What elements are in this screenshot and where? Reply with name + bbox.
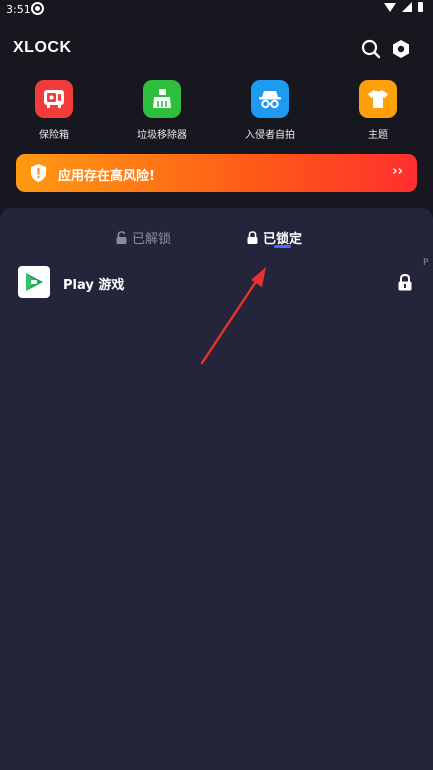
feature-theme[interactable]: 主题 [333, 80, 423, 141]
shield-warning-icon [31, 164, 46, 182]
risk-warning-banner[interactable]: 应用存在高风险! ›› [16, 154, 417, 192]
feature-theme-label: 主题 [368, 130, 388, 141]
app-header: XLOCK [0, 30, 433, 66]
feature-junk-remover-label: 垃圾移除器 [137, 130, 187, 141]
double-chevron-right-icon: ›› [392, 164, 403, 179]
list-item[interactable]: Play 游戏 [0, 266, 433, 300]
tab-unlocked-label: 已解锁 [132, 231, 172, 247]
app-name: Play 游戏 [63, 278, 125, 293]
status-time: 3:51 [6, 3, 31, 16]
tab-unlocked[interactable]: 已解锁 [116, 227, 171, 247]
status-bar: 3:51 [0, 0, 433, 20]
feature-safe[interactable]: 保险箱 [9, 80, 99, 141]
broom-icon [143, 80, 181, 118]
app-list-panel: 已解锁 已锁定 P Play 游戏 [0, 208, 433, 770]
app-logo: XLOCK [13, 39, 72, 56]
risk-warning-text: 应用存在高风险! [58, 169, 155, 184]
status-icons [384, 2, 423, 12]
spy-icon [251, 80, 289, 118]
feature-shortcuts: 保险箱 垃圾移除器 入侵者自拍 主题 [0, 80, 433, 142]
battery-icon [418, 2, 423, 12]
search-icon[interactable] [360, 38, 382, 60]
feature-safe-label: 保险箱 [39, 130, 69, 141]
sync-icon [31, 2, 44, 15]
play-games-icon [18, 266, 50, 298]
feature-intruder-selfie[interactable]: 入侵者自拍 [225, 80, 315, 141]
tshirt-icon [359, 80, 397, 118]
feature-intruder-selfie-label: 入侵者自拍 [245, 130, 295, 141]
safe-icon [35, 80, 73, 118]
tab-active-indicator [274, 245, 291, 248]
wifi-icon [384, 2, 396, 12]
signal-icon [402, 2, 412, 12]
app-lock-icon[interactable] [398, 274, 412, 291]
tab-locked-label: 已锁定 [263, 231, 303, 247]
settings-icon[interactable] [390, 38, 412, 60]
feature-junk-remover[interactable]: 垃圾移除器 [117, 80, 207, 141]
unlock-icon [116, 230, 127, 244]
tab-locked[interactable]: 已锁定 [247, 227, 302, 247]
lock-icon [247, 230, 258, 244]
